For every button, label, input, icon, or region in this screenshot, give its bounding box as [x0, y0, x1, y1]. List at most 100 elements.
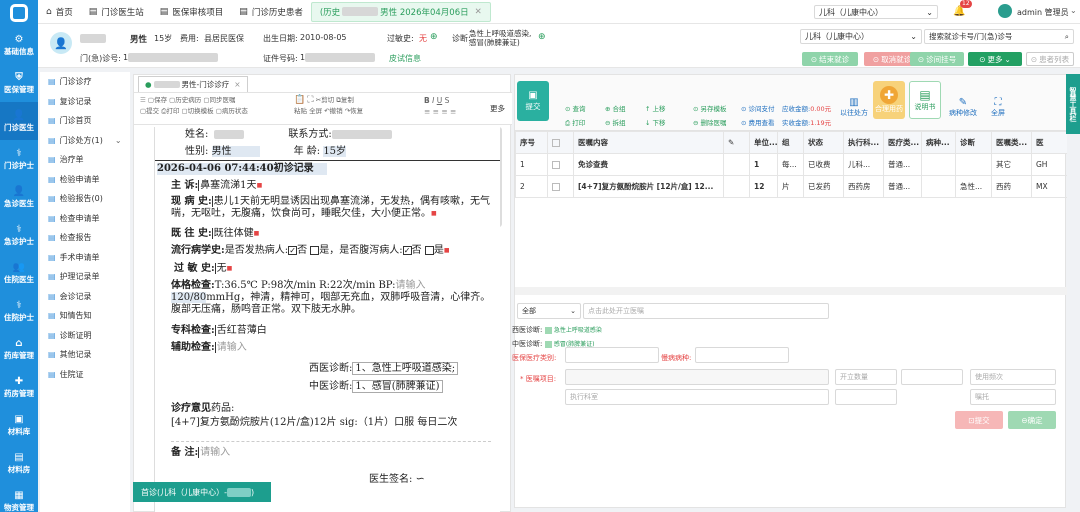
add-diag-icon[interactable]: ⊕ [538, 32, 546, 42]
pay-button[interactable]: ⊙ 诊间支付 [741, 103, 774, 113]
table-row[interactable]: 1 免诊查费 1 每... 已收费 儿科... 普通... 其它 GH [515, 153, 1067, 176]
order-submit-button[interactable]: ⊡ 提交 [955, 411, 1003, 429]
add-allergy-icon[interactable]: ⊕ [430, 32, 438, 42]
top-tab-4[interactable]: (历史 男性 2026年04月06日 ✕ [310, 1, 491, 22]
manual-button[interactable]: ▤ 说明书 [909, 81, 941, 119]
close-icon[interactable]: ✕ [475, 7, 482, 17]
dose-input[interactable] [835, 389, 897, 405]
checkbox-checked[interactable] [544, 326, 552, 334]
column-header[interactable]: 病种... [921, 131, 956, 154]
editor-tab[interactable]: ● 男性-门诊诊疗 × [138, 75, 248, 92]
column-header[interactable]: 医疗类... [883, 131, 922, 154]
column-header[interactable] [547, 131, 574, 154]
chronic-input[interactable] [695, 347, 789, 363]
select-all-checkbox[interactable] [552, 139, 560, 147]
more-button[interactable]: 更多 [490, 103, 505, 114]
exec-dept-input[interactable]: 执行科室 [565, 389, 829, 405]
column-header[interactable]: 单位... [749, 131, 778, 154]
cut-button[interactable]: ✂剪切 [316, 96, 334, 104]
record-nav-item[interactable]: ▤ 手术申请单 [40, 248, 130, 268]
record-nav-item[interactable]: ▤ 住院证 [40, 365, 130, 385]
italic-button[interactable]: I [432, 96, 434, 105]
fee-button[interactable]: ⊙ 费用查看 [741, 117, 774, 127]
skin-test-link[interactable]: 皮试信息 [389, 53, 421, 64]
top-tab-3[interactable]: ▤ 门诊历史患者 [231, 0, 311, 24]
print-button[interactable]: ⎙打印 [565, 117, 585, 128]
history-button[interactable]: ▢历史病历 [169, 96, 201, 104]
column-header[interactable]: 诊断 [955, 131, 992, 154]
submit-orders-button[interactable]: ▣ 提交 [517, 81, 549, 121]
nav-item-4[interactable]: 👤 急诊医生 [0, 178, 38, 216]
dept-switcher[interactable]: 儿科（儿康中心） ⌄ [814, 5, 938, 19]
undo-button[interactable]: ↶撤销 [324, 107, 342, 115]
aux-field[interactable]: 请输入 [214, 342, 247, 353]
group-button[interactable]: ⊕ 合组 [605, 103, 625, 113]
chevron-down-icon[interactable]: ⌄ [1070, 6, 1077, 15]
user-name[interactable]: admin 管理员 [1017, 7, 1069, 18]
nav-item-10[interactable]: ▣ 材料库 [0, 406, 38, 444]
checkbox-checked[interactable]: ✓ [402, 246, 412, 255]
advice-content[interactable]: [4+7]复方氨酚烷胺片(12片/盒)12片 sig:（1片）口服 每日二次 [171, 417, 493, 429]
special-field[interactable]: 舌红苔薄白 [214, 325, 267, 336]
submit-button[interactable]: ▢提交 [140, 107, 159, 115]
item-input[interactable] [565, 369, 829, 385]
nav-item-8[interactable]: ⌂ 药库管理 [0, 330, 38, 368]
record-nav-item[interactable]: ▤ 其他记录 [40, 345, 130, 365]
age-value[interactable]: 15岁 [323, 146, 347, 157]
arrow-up-button[interactable]: ↑ 上移 [645, 103, 665, 113]
column-header[interactable]: ✎ [723, 131, 750, 154]
ins-type-input[interactable] [565, 347, 659, 363]
allergy-field[interactable]: 无 [214, 263, 227, 274]
record-nav-item[interactable]: ▤ 诊断证明 [40, 326, 130, 346]
smart-toolbar-tab[interactable]: 智慧工具栏 [1066, 74, 1080, 134]
nav-item-11[interactable]: ▤ 材料房 [0, 444, 38, 482]
top-tab-0[interactable]: ⌂ 首页 [38, 0, 81, 24]
record-status-button[interactable]: ▢病历状态 [216, 107, 248, 115]
remark-field[interactable]: 请输入 [198, 447, 231, 458]
save-button[interactable]: ⊙ 另存模板 [693, 103, 726, 113]
record-nav-item[interactable]: ▤ 检查报告 [40, 228, 130, 248]
row-checkbox[interactable] [552, 183, 560, 191]
nav-item-7[interactable]: ⚕ 住院护士 [0, 292, 38, 330]
bp-placeholder[interactable]: 请输入 [396, 280, 426, 291]
print-button[interactable]: ⎙打印 [161, 107, 179, 115]
record-nav-item[interactable]: ▤ 检验申请单 [40, 170, 130, 190]
note-input[interactable]: 嘱托 [970, 389, 1056, 405]
user-avatar[interactable] [998, 4, 1012, 18]
checkbox-checked[interactable] [544, 340, 552, 348]
nav-item-1[interactable]: ⛨ 医保管理 [0, 64, 38, 102]
underline-button[interactable]: U [437, 96, 443, 105]
checkbox[interactable] [424, 246, 434, 255]
nav-item-9[interactable]: ✚ 药房管理 [0, 368, 38, 406]
record-nav-item[interactable]: ▤ 护理记录单 [40, 267, 130, 287]
cdiag-field[interactable]: 1、感冒(肺脾兼证) [352, 380, 443, 393]
qty-input[interactable]: 开立数量 [835, 369, 897, 385]
switch-template-button[interactable]: ▢切换模板 [182, 107, 214, 115]
bp-value[interactable]: 120/80 [171, 292, 207, 303]
list-button[interactable]: ⊙ 患者列表 [1026, 52, 1074, 66]
record-nav-item[interactable]: ▤ 门诊首页 [40, 111, 130, 131]
nav-item-2[interactable]: 👤 门诊医生 [0, 102, 38, 140]
nav-item-6[interactable]: 👥 住院医生 [0, 254, 38, 292]
redo-button[interactable]: ↷恢复 [345, 107, 363, 115]
nav-item-3[interactable]: ⚕ 门诊护士 [0, 140, 38, 178]
dept-select[interactable]: 儿科（儿康中心） ⌄ [800, 29, 922, 44]
checkbox[interactable] [310, 246, 320, 255]
ungroup-button[interactable]: ⊖ 拆组 [605, 117, 625, 127]
nav-item-12[interactable]: ▦ 物资管理 [0, 482, 38, 512]
past-field[interactable]: 既往体健 [211, 228, 254, 239]
nav-item-5[interactable]: ⚕ 急诊护士 [0, 216, 38, 254]
order-confirm-button[interactable]: ⊖ 确定 [1008, 411, 1056, 429]
freq-input[interactable]: 使用频次 [970, 369, 1056, 385]
record-nav-item[interactable]: ▤ 检查申请单 [40, 209, 130, 229]
horizontal-scrollbar[interactable] [515, 287, 1067, 295]
column-header[interactable]: 医嘱内容 [573, 131, 724, 154]
top-tab-2[interactable]: ▤ 医保审核项目 [152, 0, 232, 24]
patient-search-input[interactable]: 搜索就诊卡号/门(急)诊号 ⌕ [924, 29, 1074, 44]
fullscreen-button[interactable]: ⛶ 全屏 [991, 97, 1005, 118]
nav-item-0[interactable]: ⚙ 基础信息 [0, 26, 38, 64]
history-rx-button[interactable]: ▥ 以往处方 [840, 97, 868, 118]
close-icon[interactable]: × [234, 80, 240, 89]
column-header[interactable]: 状态 [803, 131, 844, 154]
strike-button[interactable]: S [445, 96, 450, 105]
